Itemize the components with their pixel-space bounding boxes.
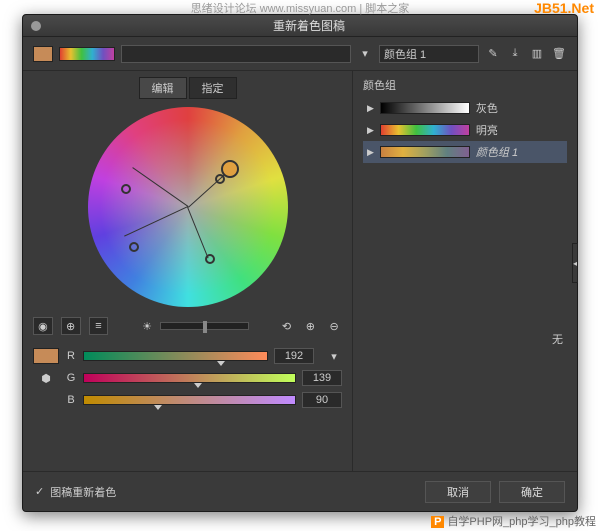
r-label: R — [65, 350, 77, 362]
panel-collapse-handle[interactable]: ◂ — [572, 243, 578, 283]
left-panel: 编辑 指定 ◉ ⊕ ≡ ☀ — [23, 71, 353, 471]
g-label: G — [65, 372, 77, 384]
ok-button[interactable]: 确定 — [499, 481, 565, 503]
rgb-row-b: B — [33, 389, 342, 411]
expand-icon: ▶ — [367, 125, 374, 136]
mode-tabs: 编辑 指定 — [139, 77, 237, 99]
rgb-sliders: R ▾ ⬢ G B — [33, 345, 342, 411]
add-color-icon[interactable]: ⊕ — [302, 318, 318, 334]
rgb-row-r: R ▾ — [33, 345, 342, 367]
g-slider[interactable] — [83, 373, 296, 383]
b-label: B — [65, 394, 77, 406]
watermark-jb51: JB51.Net — [534, 0, 594, 16]
color-group-item[interactable]: ▶ 灰色 — [363, 97, 567, 119]
color-group-name-input[interactable] — [379, 45, 479, 63]
dialog-body: 编辑 指定 ◉ ⊕ ≡ ☀ — [23, 71, 577, 471]
color-groups-header: 颜色组 — [363, 77, 567, 93]
recolor-artwork-dialog: 重新着色图稿 ▾ ✎ ⤓ ▥ 🗑 编辑 指定 — [22, 14, 578, 512]
preset-dropdown-icon[interactable]: ▾ — [357, 46, 373, 62]
brightness-icon: ☀ — [142, 320, 152, 333]
color-handle[interactable] — [121, 184, 131, 194]
b-value-input[interactable] — [302, 392, 342, 408]
watermark-bottom: P自学PHP网_php学习_php教程 — [431, 513, 596, 529]
dialog-titlebar: 重新着色图稿 — [23, 15, 577, 37]
trash-icon[interactable]: 🗑 — [551, 46, 567, 62]
recolor-artwork-checkbox[interactable]: ✓ 图稿重新着色 — [35, 484, 116, 500]
color-group-bar — [380, 146, 470, 158]
r-slider[interactable] — [83, 351, 268, 361]
save-group-icon[interactable]: ⤓ — [507, 46, 523, 62]
color-handle[interactable] — [205, 254, 215, 264]
color-groups-panel: 颜色组 ▶ 灰色 ▶ 明亮 ▶ 颜色组 1 — [353, 71, 577, 471]
color-group-item[interactable]: ▶ 明亮 — [363, 119, 567, 141]
expand-icon: ▶ — [367, 103, 374, 114]
remove-color-icon[interactable]: ⊖ — [326, 318, 342, 334]
color-handle[interactable] — [129, 242, 139, 252]
g-value-input[interactable] — [302, 370, 342, 386]
checkbox-label: 图稿重新着色 — [50, 484, 116, 500]
b-slider[interactable] — [83, 395, 296, 405]
rgb-row-g: ⬢ G — [33, 367, 342, 389]
tab-assign[interactable]: 指定 — [189, 77, 237, 99]
artwork-colors-bar[interactable] — [59, 47, 115, 61]
folder-icon[interactable]: ▥ — [529, 46, 545, 62]
color-group-label: 明亮 — [476, 122, 498, 138]
color-group-label: 灰色 — [476, 100, 498, 116]
watermark-top: 思绪设计论坛 www.missyuan.com | 脚本之家 — [0, 0, 600, 16]
color-group-item[interactable]: ▶ 颜色组 1 — [363, 141, 567, 163]
eyedropper-icon[interactable]: ✎ — [485, 46, 501, 62]
smooth-wheel-button[interactable]: ◉ — [33, 317, 53, 335]
none-label: 无 — [552, 331, 563, 347]
dialog-title: 重新着色图稿 — [41, 17, 577, 34]
color-group-bar — [380, 124, 470, 136]
segmented-wheel-button[interactable]: ⊕ — [61, 317, 81, 335]
current-swatch[interactable] — [33, 46, 53, 62]
color-group-label: 颜色组 1 — [476, 144, 518, 160]
cancel-button[interactable]: 取消 — [425, 481, 491, 503]
expand-icon: ▶ — [367, 147, 374, 158]
tab-edit[interactable]: 编辑 — [139, 77, 187, 99]
color-group-bar — [380, 102, 470, 114]
artwork-name-input[interactable] — [121, 45, 351, 63]
brightness-slider[interactable] — [160, 322, 249, 330]
gamut-warning-icon: ⬢ — [33, 370, 59, 386]
r-value-input[interactable] — [274, 348, 314, 364]
check-icon: ✓ — [35, 485, 44, 498]
color-handle[interactable] — [215, 174, 225, 184]
close-icon[interactable] — [31, 21, 41, 31]
top-toolbar: ▾ ✎ ⤓ ▥ 🗑 — [23, 37, 577, 71]
color-bars-button[interactable]: ≡ — [89, 317, 109, 335]
wheel-controls: ◉ ⊕ ≡ ☀ ⟲ ⊕ ⊖ — [33, 317, 342, 335]
active-color-swatch[interactable] — [33, 348, 59, 364]
color-wheel[interactable] — [88, 107, 288, 307]
link-harmony-icon[interactable]: ⟲ — [279, 318, 295, 334]
dialog-footer: ✓ 图稿重新着色 取消 确定 — [23, 471, 577, 511]
colorspace-menu-icon[interactable]: ▾ — [326, 348, 342, 364]
